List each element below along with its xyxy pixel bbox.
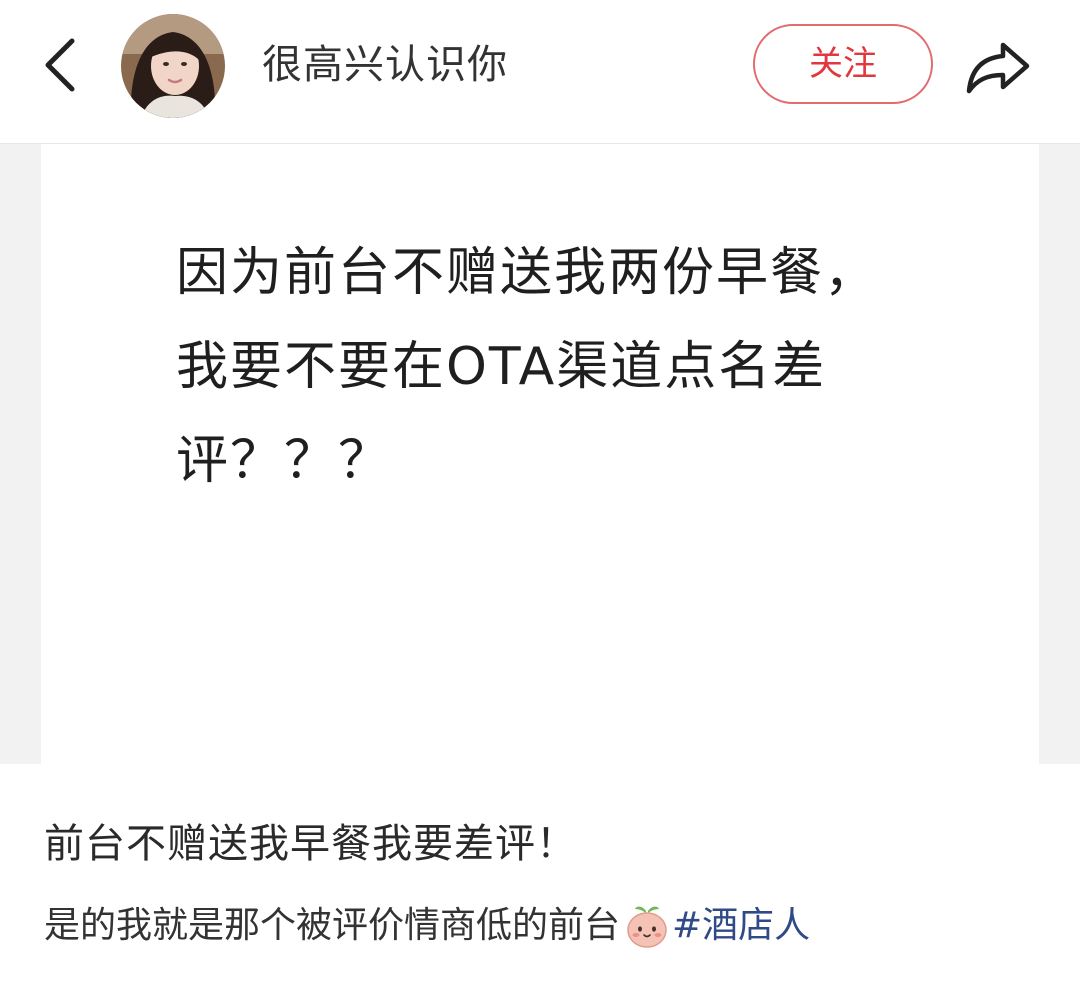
peach-face-emoji-icon: [624, 903, 670, 949]
avatar[interactable]: [121, 14, 225, 118]
chevron-left-icon: [45, 38, 75, 92]
username[interactable]: 很高兴认识你: [262, 38, 508, 92]
post-header: 很高兴认识你 关注: [0, 0, 1080, 140]
hashtag-link[interactable]: #酒店人: [672, 894, 810, 958]
post-image[interactable]: 因为前台不赠送我两份早餐，我要不要在OTA渠道点名差评？？？: [0, 143, 1080, 764]
post-title: 前台不赠送我早餐我要差评！: [44, 821, 577, 867]
image-card: 因为前台不赠送我两份早餐，我要不要在OTA渠道点名差评？？？: [41, 144, 1039, 764]
post-description: 是的我就是那个被评价情商低的前台 #酒店人: [44, 894, 1044, 958]
description-text: 是的我就是那个被评价情商低的前台: [44, 905, 621, 946]
follow-button[interactable]: 关注: [753, 24, 933, 104]
share-arrow-icon: [966, 42, 1030, 94]
image-text: 因为前台不赠送我两份早餐，我要不要在OTA渠道点名差评？？？: [176, 243, 879, 491]
back-button[interactable]: [30, 30, 90, 100]
share-button[interactable]: [958, 32, 1038, 102]
